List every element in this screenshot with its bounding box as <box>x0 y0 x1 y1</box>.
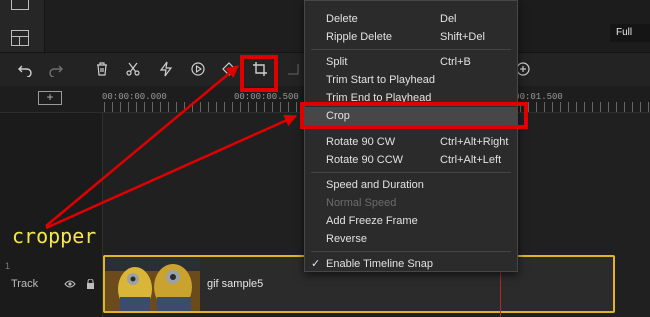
track-number: 1 <box>5 261 11 271</box>
checkmark-icon: ✓ <box>311 258 321 270</box>
clip-thumbnail <box>105 257 200 311</box>
menu-separator <box>311 49 511 50</box>
timecode-label: 00:00:00.500 <box>234 92 299 102</box>
undo-icon[interactable] <box>17 61 33 77</box>
menu-item-label: Ripple Delete <box>326 31 393 43</box>
redo-icon[interactable] <box>48 61 64 77</box>
menu-item-shortcut: Ctrl+Alt+Left <box>440 154 502 166</box>
menu-item-freeze-frame[interactable]: Add Freeze Frame <box>305 212 517 230</box>
menu-item-timeline-snap[interactable]: ✓ Enable Timeline Snap <box>305 255 517 273</box>
speed-icon[interactable] <box>190 61 206 77</box>
menu-item-delete[interactable]: Delete Del <box>305 10 517 28</box>
add-track-button[interactable]: + <box>38 91 62 105</box>
menu-item-label: Trim Start to Playhead <box>326 74 436 86</box>
menu-separator <box>311 172 511 173</box>
menu-item-trim-start[interactable]: Trim Start to Playhead <box>305 71 517 89</box>
menu-item-label: Enable Timeline Snap <box>326 258 434 270</box>
menu-item-speed-duration[interactable]: Speed and Duration <box>305 176 517 194</box>
preview-size-select[interactable]: Full <box>610 24 650 42</box>
menu-item-label: Reverse <box>326 233 367 245</box>
menu-item-shortcut: Del <box>440 13 457 25</box>
lock-icon[interactable] <box>86 278 95 289</box>
keyframe-icon[interactable] <box>221 61 237 77</box>
menu-item-label: Rotate 90 CCW <box>326 154 404 166</box>
menu-item-label: Normal Speed <box>326 197 397 209</box>
annotation-box-crop-menu-item <box>300 102 528 129</box>
menu-item-label: Add Freeze Frame <box>326 215 418 227</box>
layout-icon[interactable] <box>11 30 29 46</box>
clip-name: gif sample5 <box>207 278 264 290</box>
media-icon[interactable] <box>11 0 29 10</box>
menu-separator <box>311 251 511 252</box>
menu-item-shortcut: Shift+Del <box>440 31 485 43</box>
annotation-box-crop-icon <box>240 55 278 92</box>
menu-item-label: Speed and Duration <box>326 179 424 191</box>
menu-item-normal-speed: Normal Speed <box>305 194 517 212</box>
menu-item-shortcut: Ctrl+Alt+Right <box>440 136 509 148</box>
menu-item-label: Delete <box>326 13 358 25</box>
scissors-icon[interactable] <box>125 61 141 77</box>
left-panel <box>0 0 45 52</box>
menu-item-split[interactable]: Split Ctrl+B <box>305 53 517 71</box>
menu-item-rotate-ccw[interactable]: Rotate 90 CCW Ctrl+Alt+Left <box>305 151 517 169</box>
menu-item-label: Split <box>326 56 348 68</box>
menu-item-rotate-cw[interactable]: Rotate 90 CW Ctrl+Alt+Right <box>305 133 517 151</box>
timecode-label: 00:00:00.000 <box>102 92 167 102</box>
track-label: Track <box>11 278 39 290</box>
menu-item-shortcut: Ctrl+B <box>440 56 471 68</box>
menu-item-label: Rotate 90 CW <box>326 136 396 148</box>
edit-icon[interactable] <box>285 61 301 77</box>
lightning-icon[interactable] <box>158 61 174 77</box>
eye-icon[interactable] <box>64 279 76 289</box>
context-menu: Delete Del Ripple Delete Shift+Del Split… <box>304 0 518 272</box>
menu-item-reverse[interactable]: Reverse <box>305 230 517 248</box>
delete-icon[interactable] <box>94 61 110 77</box>
menu-item-ripple-delete[interactable]: Ripple Delete Shift+Del <box>305 28 517 46</box>
annotation-label: cropper <box>12 224 97 248</box>
